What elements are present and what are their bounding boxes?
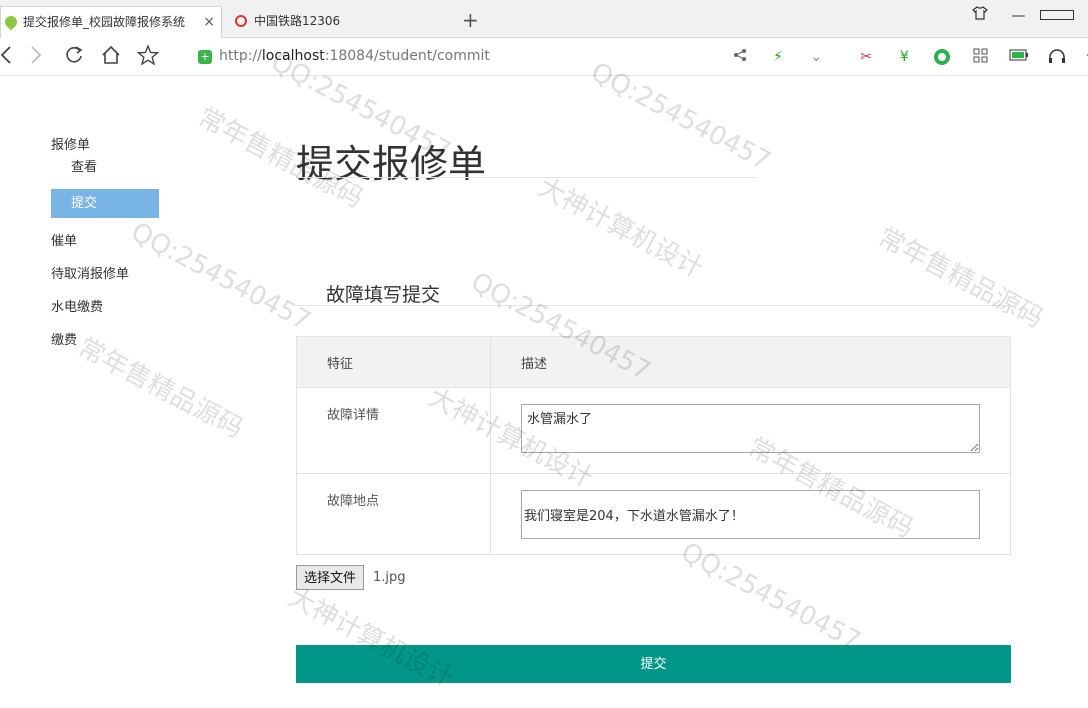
address-bar[interactable]: + http://localhost:18084/student/commit	[178, 42, 738, 72]
table-header-row: 特征 描述	[296, 336, 1011, 388]
watermark: 大神计算机设计	[533, 172, 708, 285]
browser-window: 提交报修单_校园故障报修系统 × 中国铁路12306 + — + http://…	[0, 0, 1088, 708]
home-icon[interactable]	[101, 45, 121, 70]
battery-icon[interactable]	[1009, 48, 1029, 66]
url-text[interactable]: http://localhost:18084/student/commit	[219, 48, 490, 64]
maximize-icon[interactable]	[1040, 8, 1074, 24]
page-title: 提交报修单	[296, 142, 487, 186]
section-divider	[296, 305, 1010, 306]
sidebar-nav: 报修单 查看 提交 催单 待取消报修单 水电缴费 缴费	[51, 136, 171, 364]
apps-grid-icon[interactable]	[971, 48, 991, 66]
toolbar-icons: ⚡ ⌄ ✂ ¥	[730, 46, 1088, 68]
title-divider	[296, 177, 756, 178]
back-icon[interactable]	[0, 45, 12, 70]
fault-location-label: 故障地点	[296, 473, 491, 555]
sidebar-item-submit[interactable]: 提交	[51, 189, 159, 218]
sidebar-item-utilities[interactable]: 水电缴费	[51, 298, 171, 331]
page-content: 报修单 查看 提交 催单 待取消报修单 水电缴费 缴费 提交报修单 故障填写提交…	[0, 47, 1088, 708]
table-row: 故障地点	[296, 473, 1011, 555]
star-bookmark-icon[interactable]	[136, 44, 160, 70]
fault-location-cell	[490, 473, 1011, 555]
leaf-favicon-icon	[2, 13, 20, 31]
sidebar-item-pending-cancel[interactable]: 待取消报修单	[51, 265, 171, 298]
tab-active[interactable]: 提交报修单_校园故障报修系统 ×	[0, 6, 222, 38]
fault-form-table: 特征 描述 故障详情 水管漏水了 故障地点	[296, 336, 1011, 555]
fault-detail-textarea[interactable]: 水管漏水了	[521, 404, 980, 453]
address-toolbar: + http://localhost:18084/student/commit …	[0, 38, 1088, 76]
dropdown-chevron-icon[interactable]: ⌄	[806, 48, 826, 66]
choose-file-button[interactable]: 选择文件	[296, 565, 365, 590]
chosen-file-name: 1.jpg	[373, 570, 406, 585]
fault-location-input[interactable]	[521, 490, 980, 539]
railway-favicon-icon	[235, 15, 247, 27]
new-tab-button[interactable]: +	[462, 8, 479, 32]
forward-icon[interactable]	[30, 45, 42, 70]
fault-detail-label: 故障详情	[296, 387, 491, 474]
headphones-icon[interactable]	[1047, 48, 1067, 66]
green-circle-icon[interactable]	[932, 48, 952, 66]
window-controls: —	[963, 6, 1074, 24]
tab-title: 提交报修单_校园故障报修系统	[23, 15, 186, 29]
scissors-icon[interactable]: ✂	[856, 48, 876, 66]
wallet-icon[interactable]: ¥	[894, 48, 914, 66]
tab-title: 中国铁路12306	[254, 14, 341, 28]
reload-icon[interactable]	[64, 45, 84, 70]
shirt-skin-icon[interactable]	[963, 6, 997, 24]
header-feature: 特征	[296, 336, 491, 388]
table-row: 故障详情 水管漏水了	[296, 387, 1011, 474]
share-icon[interactable]	[730, 48, 750, 66]
section-title: 故障填写提交	[326, 284, 441, 306]
sidebar-item-view[interactable]: 查看	[51, 156, 171, 180]
lightning-icon[interactable]: ⚡	[768, 48, 788, 66]
submit-button[interactable]: 提交	[296, 645, 1011, 683]
tab-bar: 提交报修单_校园故障报修系统 × 中国铁路12306 + —	[0, 0, 1088, 38]
watermark: 常年售精品源码	[873, 222, 1048, 335]
fault-detail-cell: 水管漏水了	[490, 387, 1011, 474]
sidebar-item-payment[interactable]: 缴费	[51, 331, 171, 364]
secure-shield-icon: +	[198, 50, 212, 64]
tab-12306[interactable]: 中国铁路12306	[226, 6, 456, 38]
minimize-icon[interactable]: —	[1002, 8, 1036, 24]
close-tab-icon[interactable]: ×	[203, 7, 215, 37]
header-description: 描述	[490, 336, 1011, 388]
sidebar-item-urge[interactable]: 催单	[51, 232, 171, 265]
